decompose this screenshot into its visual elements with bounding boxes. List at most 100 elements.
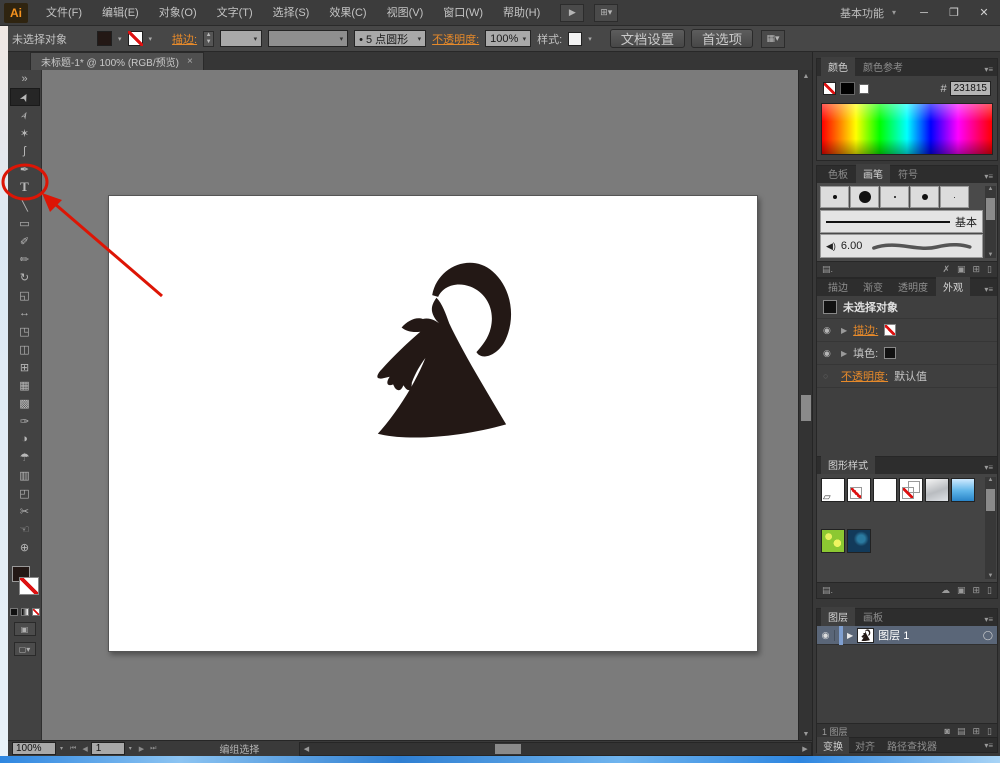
tab-color[interactable]: 颜色 xyxy=(821,57,855,76)
tab-close-icon[interactable]: × xyxy=(187,56,193,67)
artboard-tool[interactable]: ◰ xyxy=(10,484,40,502)
calligraphic-brush-0[interactable] xyxy=(820,186,849,208)
shape-builder-tool[interactable]: ◫ xyxy=(10,340,40,358)
zoom-level-input[interactable]: 100% xyxy=(12,742,56,755)
panel-menu-icon[interactable]: ▾≡ xyxy=(980,739,997,752)
tab-stroke[interactable]: 描边 xyxy=(821,277,855,296)
layer-visibility-eye-icon[interactable]: ◉ xyxy=(817,630,835,641)
break-link-icon[interactable]: ▣ xyxy=(957,585,966,596)
direct-selection-tool[interactable]: ➢ xyxy=(10,106,40,124)
tab-brushes[interactable]: 画笔 xyxy=(856,164,890,183)
type-tool[interactable]: T xyxy=(10,178,40,196)
tab-color-guide[interactable]: 颜色参考 xyxy=(856,57,910,76)
tab-transparency[interactable]: 透明度 xyxy=(891,277,935,296)
pencil-tool[interactable]: ✏ xyxy=(10,250,40,268)
brush-basic[interactable]: 基本 xyxy=(820,210,983,233)
visibility-eye-icon[interactable]: ◉ xyxy=(823,325,835,336)
scroll-left-icon[interactable]: ◀ xyxy=(300,743,312,755)
brush-definition-select[interactable]: • 5 点圆形▾ xyxy=(354,30,426,47)
opacity-input[interactable]: 100%▾ xyxy=(485,30,531,47)
new-style-icon[interactable]: ⊞ xyxy=(973,585,981,596)
arrange-documents-icon[interactable]: ⊞▾ xyxy=(594,4,618,22)
first-artboard-icon[interactable]: ⏮ xyxy=(70,745,76,753)
panel-menu-icon[interactable]: ▾≡ xyxy=(980,170,997,183)
stroke-link[interactable]: 描边: xyxy=(853,322,878,338)
library-menu-icon[interactable]: ☁ xyxy=(941,585,950,596)
style-plain[interactable] xyxy=(873,478,897,502)
perspective-grid-tool[interactable]: ⊞ xyxy=(10,358,40,376)
brush-options-icon[interactable]: ▣ xyxy=(957,264,966,275)
opacity-link[interactable]: 不透明度: xyxy=(432,31,479,47)
artboard-number-input[interactable]: 1 xyxy=(91,742,125,755)
calligraphic-brush-1[interactable] xyxy=(850,186,879,208)
selection-tool[interactable]: ➤ xyxy=(10,88,40,106)
control-panel-menu-icon[interactable]: ▦▾ xyxy=(761,30,785,48)
workspace-switcher[interactable]: 基本功能 xyxy=(840,5,884,21)
fill-label[interactable]: 填色: xyxy=(853,345,878,361)
new-sublayer-icon[interactable]: ▤ xyxy=(957,726,966,737)
gradient-tool[interactable]: ▩ xyxy=(10,394,40,412)
delete-style-icon[interactable]: ▯ xyxy=(987,585,992,596)
menu-item-6[interactable]: 视图(V) xyxy=(377,0,434,26)
style-swatch[interactable] xyxy=(568,32,582,46)
tab-graphic-styles[interactable]: 图形样式 xyxy=(821,455,875,474)
close-button[interactable]: ✕ xyxy=(970,3,998,23)
tab-transform[interactable]: 变换 xyxy=(817,737,849,754)
scroll-down-icon[interactable]: ▼ xyxy=(799,728,813,740)
delete-brush-icon[interactable]: ▯ xyxy=(987,264,992,275)
variable-width-select[interactable]: ▾ xyxy=(268,30,348,47)
minimize-button[interactable]: ─ xyxy=(910,3,938,23)
tab-symbols[interactable]: 符号 xyxy=(891,164,925,183)
brush-calligraphic[interactable]: ◀) 6.00 xyxy=(820,234,983,258)
eyedropper-tool[interactable]: ✑ xyxy=(10,412,40,430)
stroke-weight-select[interactable]: ▾ xyxy=(220,30,262,47)
bridge-icon[interactable]: ▶ xyxy=(560,4,584,22)
preferences-button[interactable]: 首选项 xyxy=(691,29,753,48)
width-tool[interactable]: ↔ xyxy=(10,304,40,322)
stroke-swatch[interactable] xyxy=(128,31,143,46)
menu-item-8[interactable]: 帮助(H) xyxy=(493,0,550,26)
appearance-stroke-row[interactable]: ◉ ▶ 描边: xyxy=(817,319,997,342)
styles-scrollbar[interactable]: ▲ ▼ xyxy=(985,477,996,579)
tab-align[interactable]: 对齐 xyxy=(849,737,881,754)
column-graph-tool[interactable]: ▥ xyxy=(10,466,40,484)
delete-layer-icon[interactable]: ▯ xyxy=(987,726,992,737)
calligraphic-brush-2[interactable] xyxy=(880,186,909,208)
workspace-arrow-icon[interactable]: ▾ xyxy=(892,8,896,17)
layer-row[interactable]: ◉ ▶ 图层 1 ◯ xyxy=(817,626,997,645)
calligraphic-brush-3[interactable] xyxy=(910,186,939,208)
none-mode-icon[interactable] xyxy=(32,608,40,616)
visibility-eye-icon[interactable]: ◉ xyxy=(823,348,835,359)
expand-icon[interactable]: ▶ xyxy=(841,349,847,358)
tab-swatches[interactable]: 色板 xyxy=(821,164,855,183)
scroll-down-icon[interactable]: ▼ xyxy=(985,573,996,579)
layer-target-icon[interactable]: ◯ xyxy=(983,630,993,641)
fill-black-swatch[interactable] xyxy=(884,347,896,359)
opacity-link[interactable]: 不透明度: xyxy=(841,368,888,384)
panel-menu-icon[interactable]: ▾≡ xyxy=(980,613,997,626)
zoom-tool[interactable]: ⊕ xyxy=(10,538,40,556)
appearance-fill-row[interactable]: ◉ ▶ 填色: xyxy=(817,342,997,365)
style-silver[interactable] xyxy=(925,478,949,502)
menu-item-3[interactable]: 文字(T) xyxy=(207,0,263,26)
style-libraries-icon[interactable]: ▤. xyxy=(822,585,833,596)
scroll-right-icon[interactable]: ▶ xyxy=(799,743,811,755)
document-setup-button[interactable]: 文档设置 xyxy=(610,29,685,48)
remove-brush-icon[interactable]: ✗ xyxy=(942,264,950,275)
document-tab[interactable]: 未标题-1* @ 100% (RGB/预览) × xyxy=(30,52,204,70)
expand-icon[interactable]: ▶ xyxy=(841,326,847,335)
panel-menu-icon[interactable]: ▾≡ xyxy=(980,63,997,76)
last-artboard-icon[interactable]: ⏭ xyxy=(150,745,156,753)
style-sky[interactable] xyxy=(951,478,975,502)
horizontal-scrollbar[interactable]: ◀ ▶ xyxy=(299,742,812,756)
style-double[interactable] xyxy=(899,478,923,502)
toolbar-collapse-button[interactable]: » xyxy=(10,70,40,88)
stroke-none-swatch[interactable] xyxy=(884,324,896,336)
artboard-dropdown-icon[interactable]: ▾ xyxy=(129,745,132,752)
paintbrush-tool[interactable]: ✐ xyxy=(10,232,40,250)
scroll-up-icon[interactable]: ▲ xyxy=(799,70,813,82)
none-swatch[interactable] xyxy=(823,82,836,95)
hex-input[interactable]: 231815 xyxy=(950,81,991,96)
screen-mode-button[interactable]: ▢▾ xyxy=(14,642,36,656)
prev-artboard-icon[interactable]: ◀ xyxy=(82,745,87,753)
